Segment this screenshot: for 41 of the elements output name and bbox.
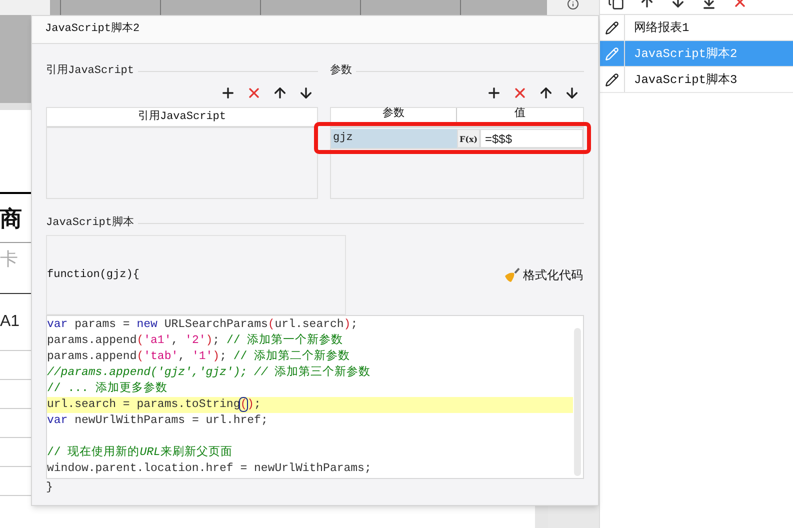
column-header: 参数 bbox=[382, 108, 404, 121]
sheet-text: 卡 bbox=[0, 248, 18, 271]
move-down-icon[interactable] bbox=[298, 85, 314, 101]
column-header: 引用JavaScript bbox=[138, 109, 226, 125]
info-icon[interactable] bbox=[567, 0, 579, 10]
group-legend: 参数 bbox=[330, 62, 352, 80]
group-legend: 引用JavaScript bbox=[46, 62, 134, 80]
sheet-text: A1 bbox=[0, 312, 20, 332]
format-code-button[interactable]: 格式化代码 bbox=[504, 266, 583, 284]
code-line: // ... 添加更多参数 bbox=[47, 382, 168, 395]
code-line: url.search = params.toString(); bbox=[47, 398, 261, 411]
move-down-icon[interactable] bbox=[564, 85, 580, 101]
sheet-text: 商 bbox=[0, 204, 22, 232]
input-field[interactable]: =$$$ bbox=[480, 129, 583, 148]
script-list-item[interactable]: JavaScript脚本3 bbox=[600, 67, 793, 93]
code-line: params.append('a1', '2'); // 添加第一个新参数 bbox=[47, 334, 344, 347]
group-legend: JavaScript脚本 bbox=[46, 214, 134, 232]
pencil-icon bbox=[605, 72, 619, 86]
code-line: // 现在使用新的URL来刷新父页面 bbox=[47, 446, 232, 459]
pencil-icon bbox=[605, 46, 619, 60]
code-line: //params.append('gjz','gjz'); // 添加第三个新参数 bbox=[47, 366, 371, 379]
dialog-title: JavaScript脚本2 bbox=[45, 21, 140, 38]
code-line: params.append('tab', '1'); // 添加第二个新参数 bbox=[47, 350, 350, 363]
delete-icon[interactable] bbox=[512, 85, 528, 101]
function-signature: function(gjz){ bbox=[47, 268, 140, 283]
pencil-icon bbox=[605, 20, 619, 34]
closing-brace: } bbox=[46, 480, 54, 496]
table-cell[interactable]: gjz bbox=[331, 129, 457, 148]
scrollbar[interactable] bbox=[574, 328, 581, 476]
code-line: var params = new URLSearchParams(url.search); bbox=[47, 318, 358, 331]
add-icon[interactable] bbox=[486, 85, 502, 101]
move-up-icon[interactable] bbox=[538, 85, 554, 101]
formula-button[interactable]: F(x) bbox=[457, 129, 480, 148]
code-editor[interactable] bbox=[46, 315, 584, 479]
code-line: window.parent.location.href = newUrlWithParams; bbox=[47, 462, 372, 475]
delete-icon[interactable] bbox=[246, 85, 262, 101]
move-up-icon[interactable] bbox=[272, 85, 288, 101]
column-header: 值 bbox=[514, 108, 526, 121]
code-line: var newUrlWithParams = url.href; bbox=[47, 414, 268, 427]
add-icon[interactable] bbox=[220, 85, 236, 101]
broom-icon bbox=[504, 267, 520, 283]
